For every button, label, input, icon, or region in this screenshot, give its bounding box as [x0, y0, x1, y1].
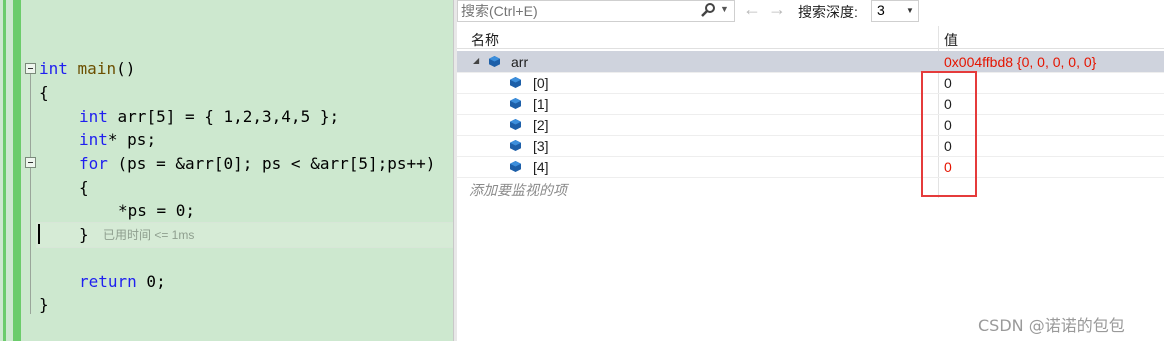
keyword: int	[79, 130, 108, 149]
chevron-down-icon: ▼	[906, 6, 914, 15]
code-line-1: int main()	[39, 61, 135, 77]
variable-cube-icon	[510, 119, 521, 130]
watch-window: ▼ ← → 搜索深度: 3 ▼ 名称 值 ◢ arr 0x004ffbd8 {0…	[457, 0, 1164, 341]
collapse-main-icon[interactable]	[25, 63, 36, 74]
add-watch-item[interactable]: 添加要监视的项	[469, 180, 567, 200]
keyword: for	[79, 154, 108, 173]
search-forward-arrow-icon[interactable]: →	[768, 0, 786, 20]
column-header-name[interactable]: 名称	[471, 30, 499, 50]
fold-guide	[30, 74, 31, 314]
watch-item-name: [1]	[533, 96, 549, 112]
watch-toolbar: ▼ ← → 搜索深度: 3 ▼	[457, 0, 1164, 22]
variable-cube-icon	[489, 56, 500, 67]
watch-row-arr[interactable]: ◢ arr 0x004ffbd8 {0, 0, 0, 0, 0}	[457, 51, 1164, 73]
search-depth-label: 搜索深度:	[798, 4, 858, 20]
watch-item-value: 0x004ffbd8 {0, 0, 0, 0, 0}	[944, 54, 1097, 70]
search-box[interactable]: ▼	[457, 0, 735, 22]
code-line-2: {	[39, 83, 49, 102]
code-line-3: int arr[5] = { 1,2,3,4,5 };	[79, 109, 339, 125]
code-text: arr[5] = { 1,2,3,4,5 };	[107, 107, 340, 126]
change-indicator-bar	[13, 0, 21, 341]
watch-item-name: arr	[511, 54, 529, 70]
change-margin	[3, 0, 6, 341]
watch-item-name: [4]	[533, 159, 549, 175]
watch-header: 名称 值	[457, 26, 1164, 49]
watch-item-name: [2]	[533, 117, 549, 133]
watch-row-element[interactable]: [3] 0	[457, 135, 1164, 157]
code-editor[interactable]: int main() { int arr[5] = { 1,2,3,4,5 };…	[0, 0, 453, 341]
current-line-highlight	[36, 222, 453, 248]
code-line-7: *ps = 0;	[118, 201, 196, 220]
code-text: ()	[116, 59, 136, 78]
code-text: (ps = &arr[0]; ps < &arr[5];ps++)	[107, 154, 436, 173]
search-depth-value: 3	[877, 2, 885, 18]
keyword: return	[79, 272, 137, 291]
perf-tip[interactable]: 已用时间 <= 1ms	[103, 229, 194, 241]
watch-item-name: [0]	[533, 75, 549, 91]
search-options-dropdown-icon[interactable]: ▼	[720, 4, 729, 14]
watch-row-element[interactable]: [4] 0	[457, 156, 1164, 178]
collapse-for-icon[interactable]	[25, 157, 36, 168]
search-depth-select[interactable]: 3 ▼	[871, 0, 919, 22]
keyword: int	[79, 107, 108, 126]
collapse-triangle-icon[interactable]: ◢	[473, 56, 479, 65]
watermark: CSDN @诺诺的包包	[978, 316, 1125, 335]
variable-cube-icon	[510, 77, 521, 88]
code-line-10: }	[39, 295, 49, 314]
search-icon[interactable]	[700, 2, 716, 22]
search-back-arrow-icon[interactable]: ←	[743, 0, 761, 20]
variable-cube-icon	[510, 161, 521, 172]
keyword: int	[39, 59, 68, 78]
code-text: 0;	[136, 272, 166, 291]
text-caret	[38, 224, 40, 244]
search-input[interactable]	[461, 2, 691, 19]
variable-cube-icon	[510, 140, 521, 151]
column-header-value[interactable]: 值	[944, 30, 958, 50]
code-line-5: for (ps = &arr[0]; ps < &arr[5];ps++)	[79, 156, 435, 172]
code-line-4: int* ps;	[79, 132, 156, 148]
watch-row-element[interactable]: [1] 0	[457, 93, 1164, 115]
function-name: main	[77, 59, 117, 78]
code-text: * ps;	[107, 130, 157, 149]
code-line-9: return 0;	[79, 274, 166, 290]
code-line-8: }	[79, 225, 89, 244]
watch-item-name: [3]	[533, 138, 549, 154]
code-line-6: {	[79, 178, 89, 197]
watch-row-element[interactable]: [2] 0	[457, 114, 1164, 136]
highlight-annotation-box	[921, 71, 977, 197]
variable-cube-icon	[510, 98, 521, 109]
watch-row-element[interactable]: [0] 0	[457, 72, 1164, 94]
